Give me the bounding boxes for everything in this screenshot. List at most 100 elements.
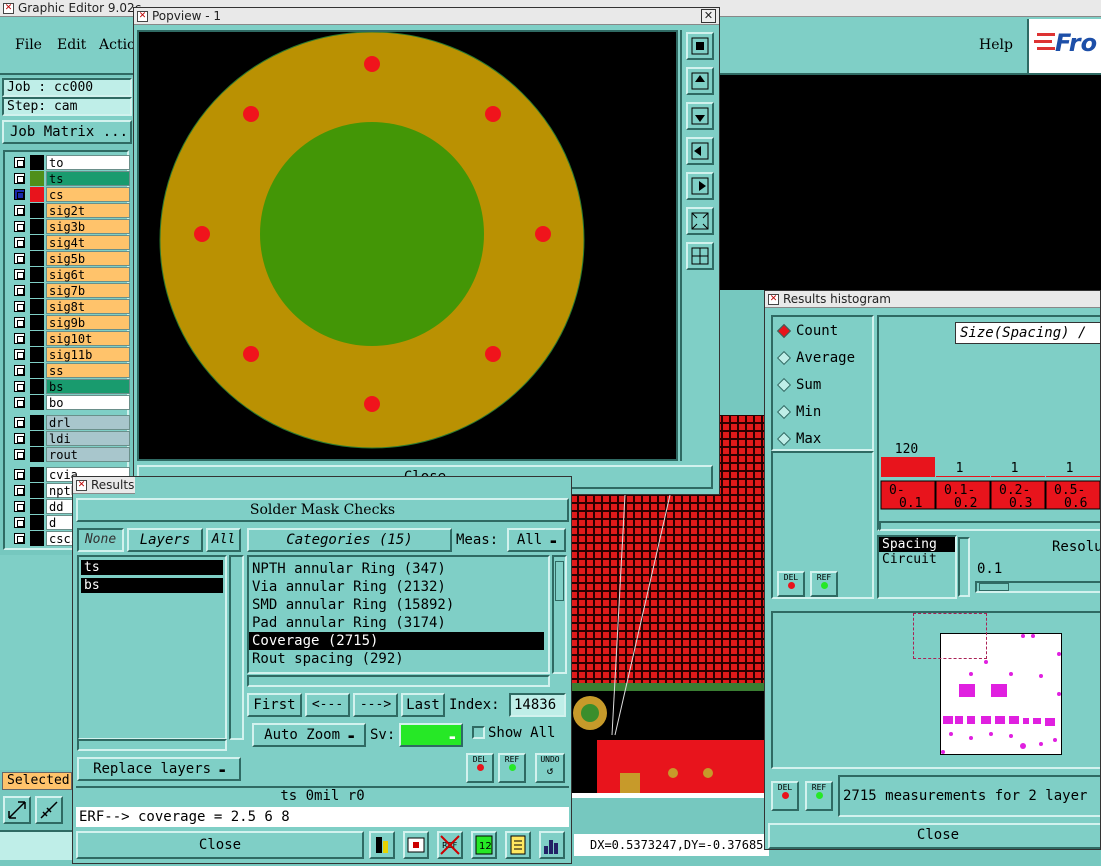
layer-name[interactable]: sig11b xyxy=(46,347,130,362)
none-button[interactable]: None xyxy=(77,528,124,552)
graphics-canvas-top[interactable] xyxy=(720,75,1101,290)
layer-color-swatch[interactable] xyxy=(30,315,44,330)
layer-checkbox[interactable] xyxy=(14,365,25,376)
move-down-icon[interactable] xyxy=(686,102,714,130)
layer-row-ts[interactable]: ts xyxy=(14,171,130,186)
histogram-close-button[interactable]: Close xyxy=(768,823,1100,849)
layer-checkbox[interactable] xyxy=(14,205,25,216)
number-icon[interactable]: 12 xyxy=(471,831,497,859)
ref-button[interactable]: REF xyxy=(498,753,526,783)
layer-item-bs[interactable]: bs xyxy=(81,578,223,593)
layer-row-sig5b[interactable]: sig5b xyxy=(14,251,130,266)
histogram-bar[interactable] xyxy=(1046,476,1100,477)
layer-color-swatch[interactable] xyxy=(30,499,44,514)
resolution-slider[interactable] xyxy=(975,581,1100,593)
layer-checkbox[interactable] xyxy=(14,173,25,184)
layer-color-swatch[interactable] xyxy=(30,299,44,314)
layer-color-swatch[interactable] xyxy=(30,379,44,394)
layer-color-swatch[interactable] xyxy=(30,531,44,546)
category-item[interactable]: NPTH annular Ring (347) xyxy=(249,560,548,578)
layer-row-drl[interactable]: drl xyxy=(14,415,130,430)
next-button[interactable]: ---> xyxy=(353,693,398,717)
menu-edit[interactable]: Edit xyxy=(57,37,86,53)
hist-ref-button[interactable]: REF xyxy=(810,571,838,597)
layer-checkbox[interactable] xyxy=(14,469,25,480)
layer-row-sig6t[interactable]: sig6t xyxy=(14,267,130,282)
layer-checkbox[interactable] xyxy=(14,269,25,280)
kind-item-circuit[interactable]: Circuit xyxy=(879,552,955,567)
layer-color-swatch[interactable] xyxy=(30,431,44,446)
kind-scrollbar[interactable] xyxy=(958,537,970,597)
layer-name[interactable]: bo xyxy=(46,395,130,410)
histogram-bar[interactable] xyxy=(881,457,935,477)
layer-color-swatch[interactable] xyxy=(30,467,44,482)
layer-row-bo[interactable]: bo xyxy=(14,395,130,410)
zoom-out-icon[interactable] xyxy=(686,242,714,270)
layer-checkbox[interactable] xyxy=(14,317,25,328)
mode-radio-min[interactable]: Min xyxy=(776,404,869,422)
histogram-bar[interactable] xyxy=(991,476,1045,477)
layer-color-swatch[interactable] xyxy=(30,203,44,218)
move-up-icon[interactable] xyxy=(686,67,714,95)
meas-dropdown[interactable]: All ▬ xyxy=(507,528,566,552)
zoom-in-icon[interactable] xyxy=(686,207,714,235)
results-close-button[interactable]: Close xyxy=(76,831,364,859)
replace-layers-button[interactable]: Replace layers ▬ xyxy=(77,757,241,781)
layer-item-ts[interactable]: ts xyxy=(81,560,223,575)
measure-icon[interactable] xyxy=(35,796,63,824)
layer-color-swatch[interactable] xyxy=(30,483,44,498)
layer-checkbox[interactable] xyxy=(14,333,25,344)
layers-scrollbar[interactable] xyxy=(229,555,244,740)
histogram-icon[interactable] xyxy=(539,831,565,859)
layer-checkbox[interactable] xyxy=(14,381,25,392)
close-icon[interactable]: ✕ xyxy=(701,9,716,23)
hist-del2-button[interactable]: DEL xyxy=(771,781,799,811)
layer-color-swatch[interactable] xyxy=(30,363,44,378)
layer-checkbox[interactable] xyxy=(14,253,25,264)
layer-name[interactable]: sig2t xyxy=(46,203,130,218)
categories-tab[interactable]: Categories (15) xyxy=(247,528,452,552)
layer-color-swatch[interactable] xyxy=(30,251,44,266)
hist-ref2-button[interactable]: REF xyxy=(805,781,833,811)
mode-radio-average[interactable]: Average xyxy=(776,350,869,368)
prev-button[interactable]: <--- xyxy=(305,693,350,717)
category-item[interactable]: Via annular Ring (2132) xyxy=(249,578,548,596)
layer-checkbox[interactable] xyxy=(14,397,25,408)
layer-checkbox[interactable] xyxy=(14,501,25,512)
layer-name[interactable]: drl xyxy=(46,415,130,430)
layer-name[interactable]: sig7b xyxy=(46,283,130,298)
layer-checkbox[interactable] xyxy=(14,433,25,444)
report-icon[interactable] xyxy=(505,831,531,859)
window-menu-icon[interactable]: ✕ xyxy=(768,294,779,305)
layer-checkbox[interactable] xyxy=(14,237,25,248)
layer-name[interactable]: to xyxy=(46,155,130,170)
layer-name[interactable]: ss xyxy=(46,363,130,378)
job-matrix-button[interactable]: Job Matrix ... xyxy=(2,120,132,144)
layer-name[interactable]: sig9b xyxy=(46,315,130,330)
window-menu-icon[interactable]: ✕ xyxy=(3,3,14,14)
layer-row-ldi[interactable]: ldi xyxy=(14,431,130,446)
menu-help[interactable]: Help xyxy=(979,37,1013,53)
pan-icon[interactable] xyxy=(686,32,714,60)
layer-name[interactable]: ts xyxy=(46,171,130,186)
layer-checkbox[interactable] xyxy=(14,189,25,200)
layer-checkbox[interactable] xyxy=(14,349,25,360)
layer-color-swatch[interactable] xyxy=(30,235,44,250)
category-item[interactable]: SMD annular Ring (15892) xyxy=(249,596,548,614)
layer-row-sig3b[interactable]: sig3b xyxy=(14,219,130,234)
layer-row-sig8t[interactable]: sig8t xyxy=(14,299,130,314)
chart-icon-1[interactable] xyxy=(369,831,395,859)
layer-name[interactable]: sig10t xyxy=(46,331,130,346)
layer-color-swatch[interactable] xyxy=(30,347,44,362)
category-item[interactable]: Coverage (2715) xyxy=(249,632,544,650)
layer-row-ss[interactable]: ss xyxy=(14,363,130,378)
layer-checkbox[interactable] xyxy=(14,285,25,296)
mode-radio-max[interactable]: Max xyxy=(776,431,869,449)
histogram-hscrollbar[interactable] xyxy=(879,521,1100,531)
layer-checkbox[interactable] xyxy=(14,301,25,312)
layer-color-swatch[interactable] xyxy=(30,219,44,234)
layer-name[interactable]: sig3b xyxy=(46,219,130,234)
del-button[interactable]: DEL xyxy=(466,753,494,783)
kind-listbox[interactable]: Spacing Circuit xyxy=(877,535,957,599)
layer-row-sig10t[interactable]: sig10t xyxy=(14,331,130,346)
